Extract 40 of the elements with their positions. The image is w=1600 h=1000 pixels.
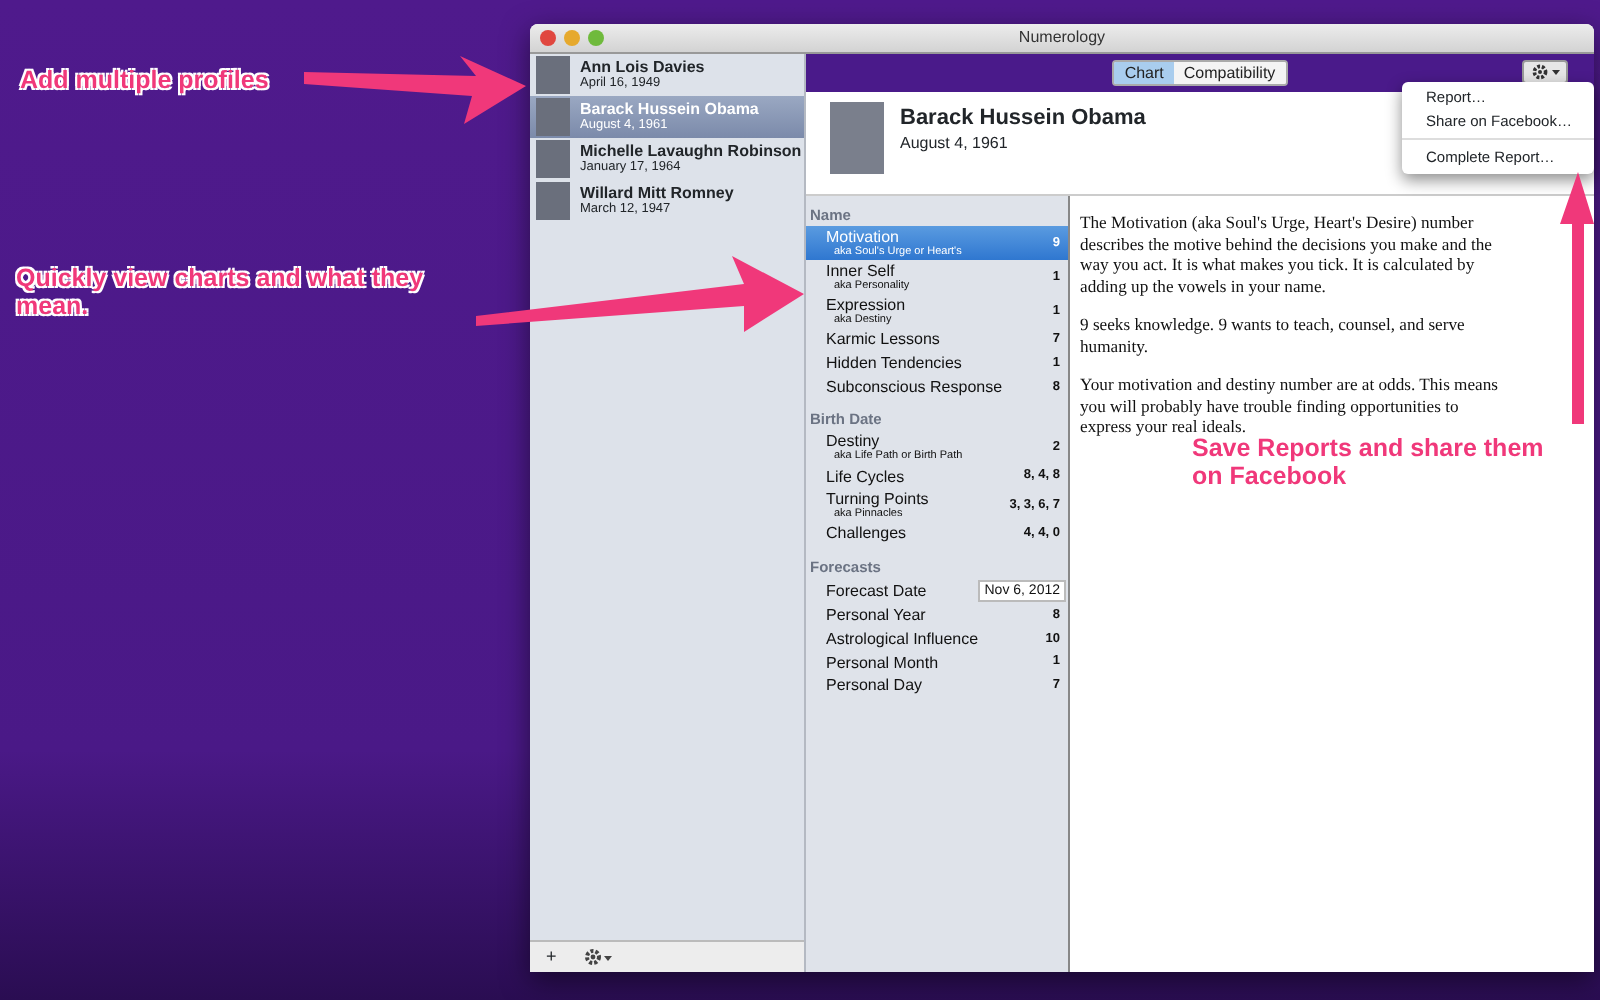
profile-name: Willard Mitt Romney [580, 184, 734, 202]
item-label: Karmic Lessons [826, 330, 940, 349]
settings-button[interactable] [1522, 60, 1568, 84]
photo-placeholder [536, 98, 570, 136]
photo-placeholder [536, 182, 570, 220]
annotation-text: Add multiple profiles [20, 66, 271, 94]
item-label: Subconscious Response [826, 377, 1003, 396]
window-title: Numerology [1018, 28, 1106, 46]
description-paragraph: The Motivation (aka Soul's Urge, Heart's Desire) number describes the motive behind the decisions you make and the way you act. It is what makes you tick. It is calculated by adding up the vowels in your name. [1080, 212, 1494, 296]
profile-name: Barack Hussein Obama [580, 100, 759, 118]
minimize-icon[interactable] [564, 30, 580, 46]
item-label: Inner Self [826, 262, 897, 280]
item-label: Personal Month [826, 653, 939, 672]
annotation-text: Quickly view charts and what they mean. [16, 264, 426, 320]
item-label: Destiny [826, 432, 880, 451]
item-label: Life Cycles [826, 467, 905, 486]
item-label: Turning Points [826, 490, 929, 508]
item-label: Personal Day [826, 676, 923, 695]
photo-placeholder [830, 102, 884, 174]
description-paragraph: Your motivation and destiny number are at odds. This means you will probably have trouble finding opportunities to express your real ideals. [1080, 374, 1501, 437]
zoom-icon[interactable] [588, 30, 604, 46]
tab[interactable]: Chart [1114, 62, 1174, 84]
description-paragraph: 9 seeks knowledge. 9 wants to teach, counsel, and serve humanity. [1080, 314, 1467, 356]
item-label: Motivation [826, 228, 901, 246]
close-icon[interactable] [540, 30, 556, 46]
annotation-text: Save Reports and share them on Facebook [1192, 434, 1546, 490]
item-label: Expression [826, 296, 906, 314]
item-label: Astrological Influence [826, 629, 979, 648]
profile-name: Ann Lois Davies [580, 58, 705, 76]
photo-placeholder [536, 56, 570, 94]
item-label: Forecast Date [826, 581, 927, 600]
item-label: Personal Year [826, 606, 926, 625]
add-button[interactable]: + [546, 943, 557, 971]
photo-placeholder [536, 140, 570, 178]
item-label: Challenges [826, 524, 907, 543]
profile-name: Michelle Lavaughn Robinson [580, 142, 802, 160]
profile-name: Barack Hussein Obama [900, 106, 1146, 132]
item-label: Hidden Tendencies [826, 354, 962, 373]
gear-icon[interactable] [584, 948, 613, 966]
birth-date: August 4, 1961 [900, 132, 1010, 156]
